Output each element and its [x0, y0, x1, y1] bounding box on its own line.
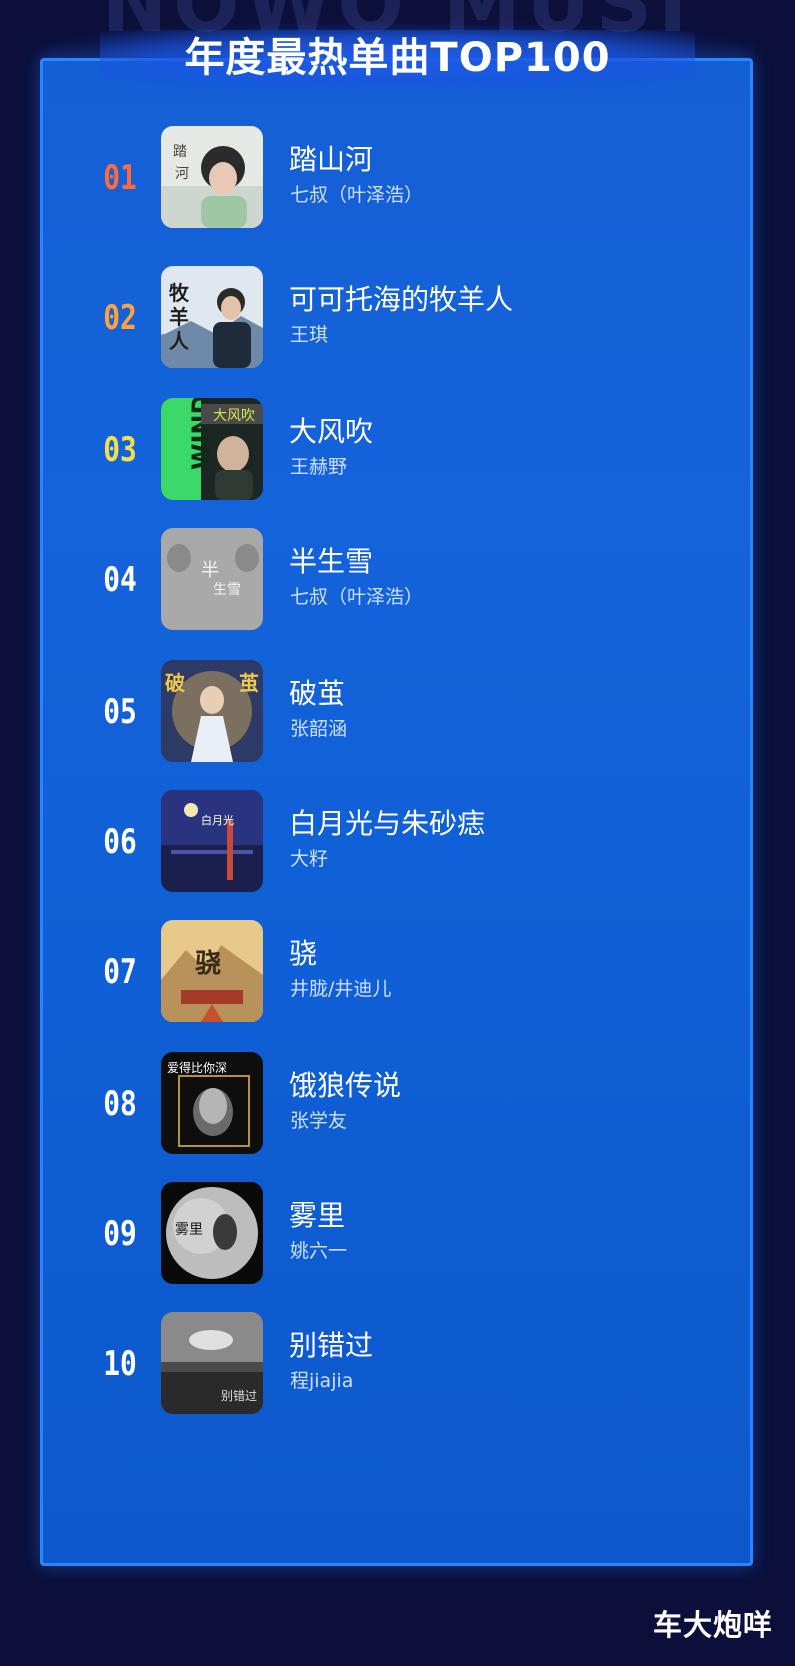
rank-number: 04	[103, 560, 137, 600]
song-title: 骁	[289, 937, 318, 970]
svg-text:人: 人	[169, 329, 190, 353]
song-title: 别错过	[289, 1329, 374, 1362]
artist-name: 姚六一	[290, 1240, 348, 1262]
svg-text:半: 半	[201, 560, 219, 581]
svg-text:骁: 骁	[195, 949, 221, 979]
album-cover[interactable]: 别错过	[161, 1312, 263, 1414]
album-cover[interactable]: 牧 羊 人	[161, 266, 263, 368]
svg-text:羊: 羊	[169, 305, 189, 329]
svg-text:河: 河	[175, 166, 189, 182]
rank-number: 08	[103, 1084, 137, 1124]
song-row-6[interactable]: 06 白月光 白月光与朱砂痣 大籽	[40, 790, 753, 894]
album-cover[interactable]: 破 茧	[161, 660, 263, 762]
svg-text:生雪: 生雪	[213, 582, 241, 598]
rank-number: 03	[103, 430, 137, 470]
song-row-4[interactable]: 04 半 生雪 半生雪 七叔（叶泽浩）	[40, 528, 753, 632]
song-row-1[interactable]: 01 踏 河 踏山河 七叔（叶泽浩）	[40, 126, 753, 230]
album-cover[interactable]: 爱得比你深	[161, 1052, 263, 1154]
song-row-5[interactable]: 05 破 茧 破茧 张韶涵	[40, 660, 753, 764]
song-title: 大风吹	[289, 415, 374, 448]
rank-number: 06	[103, 822, 137, 862]
rank-number: 07	[103, 952, 137, 992]
svg-text:别错过: 别错过	[221, 1389, 257, 1403]
album-cover[interactable]: 白月光	[161, 790, 263, 892]
svg-text:白月光: 白月光	[201, 813, 234, 827]
album-cover[interactable]: 雾里	[161, 1182, 263, 1284]
song-title: 白月光与朱砂痣	[289, 807, 486, 840]
artist-name: 井胧/井迪儿	[290, 978, 392, 1000]
song-title: 饿狼传说	[289, 1069, 402, 1102]
song-row-7[interactable]: 07 骁 骁 井胧/井迪儿	[40, 920, 753, 1024]
artist-name: 七叔（叶泽浩）	[290, 184, 424, 206]
song-row-8[interactable]: 08 爱得比你深 饿狼传说 张学友	[40, 1052, 753, 1156]
rank-number: 02	[103, 298, 137, 338]
song-title: 雾里	[289, 1199, 346, 1232]
song-row-9[interactable]: 09 雾里 雾里 姚六一	[40, 1182, 753, 1286]
album-cover[interactable]: WINDY 大风吹	[161, 398, 263, 500]
rank-number: 09	[103, 1214, 137, 1254]
svg-text:牧: 牧	[169, 281, 190, 305]
rank-number: 10	[103, 1344, 137, 1384]
svg-text:大风吹: 大风吹	[213, 408, 255, 424]
song-title: 踏山河	[289, 143, 374, 176]
svg-text:爱得比你深: 爱得比你深	[167, 1060, 227, 1075]
song-title: 可可托海的牧羊人	[289, 283, 514, 316]
svg-text:茧: 茧	[239, 671, 259, 695]
artist-name: 王赫野	[290, 456, 348, 478]
album-cover[interactable]: 踏 河	[161, 126, 263, 228]
album-cover[interactable]: 半 生雪	[161, 528, 263, 630]
svg-text:雾里: 雾里	[175, 1222, 203, 1238]
song-row-10[interactable]: 10 别错过 别错过 程jiajia	[40, 1312, 753, 1416]
svg-text:破: 破	[165, 671, 185, 695]
author-watermark: 车大炮咩	[652, 1608, 773, 1642]
artist-name: 张学友	[290, 1110, 348, 1132]
artist-name: 大籽	[290, 848, 329, 870]
artist-name: 王琪	[290, 324, 329, 346]
svg-text:踏: 踏	[173, 144, 187, 160]
page-title: 年度最热单曲TOP100	[184, 35, 611, 81]
rank-number: 05	[103, 692, 137, 732]
song-row-3[interactable]: 03 WINDY 大风吹 大风吹 王赫野	[40, 398, 753, 502]
artist-name: 七叔（叶泽浩）	[290, 586, 424, 608]
song-title: 半生雪	[289, 545, 374, 578]
artist-name: 程jiajia	[290, 1370, 354, 1392]
album-cover[interactable]: 骁	[161, 920, 263, 1022]
artist-name: 张韶涵	[290, 718, 348, 740]
song-title: 破茧	[289, 677, 346, 710]
rank-number: 01	[103, 158, 137, 198]
song-row-2[interactable]: 02 牧 羊 人 可可托海的牧羊人 王琪	[40, 266, 753, 370]
